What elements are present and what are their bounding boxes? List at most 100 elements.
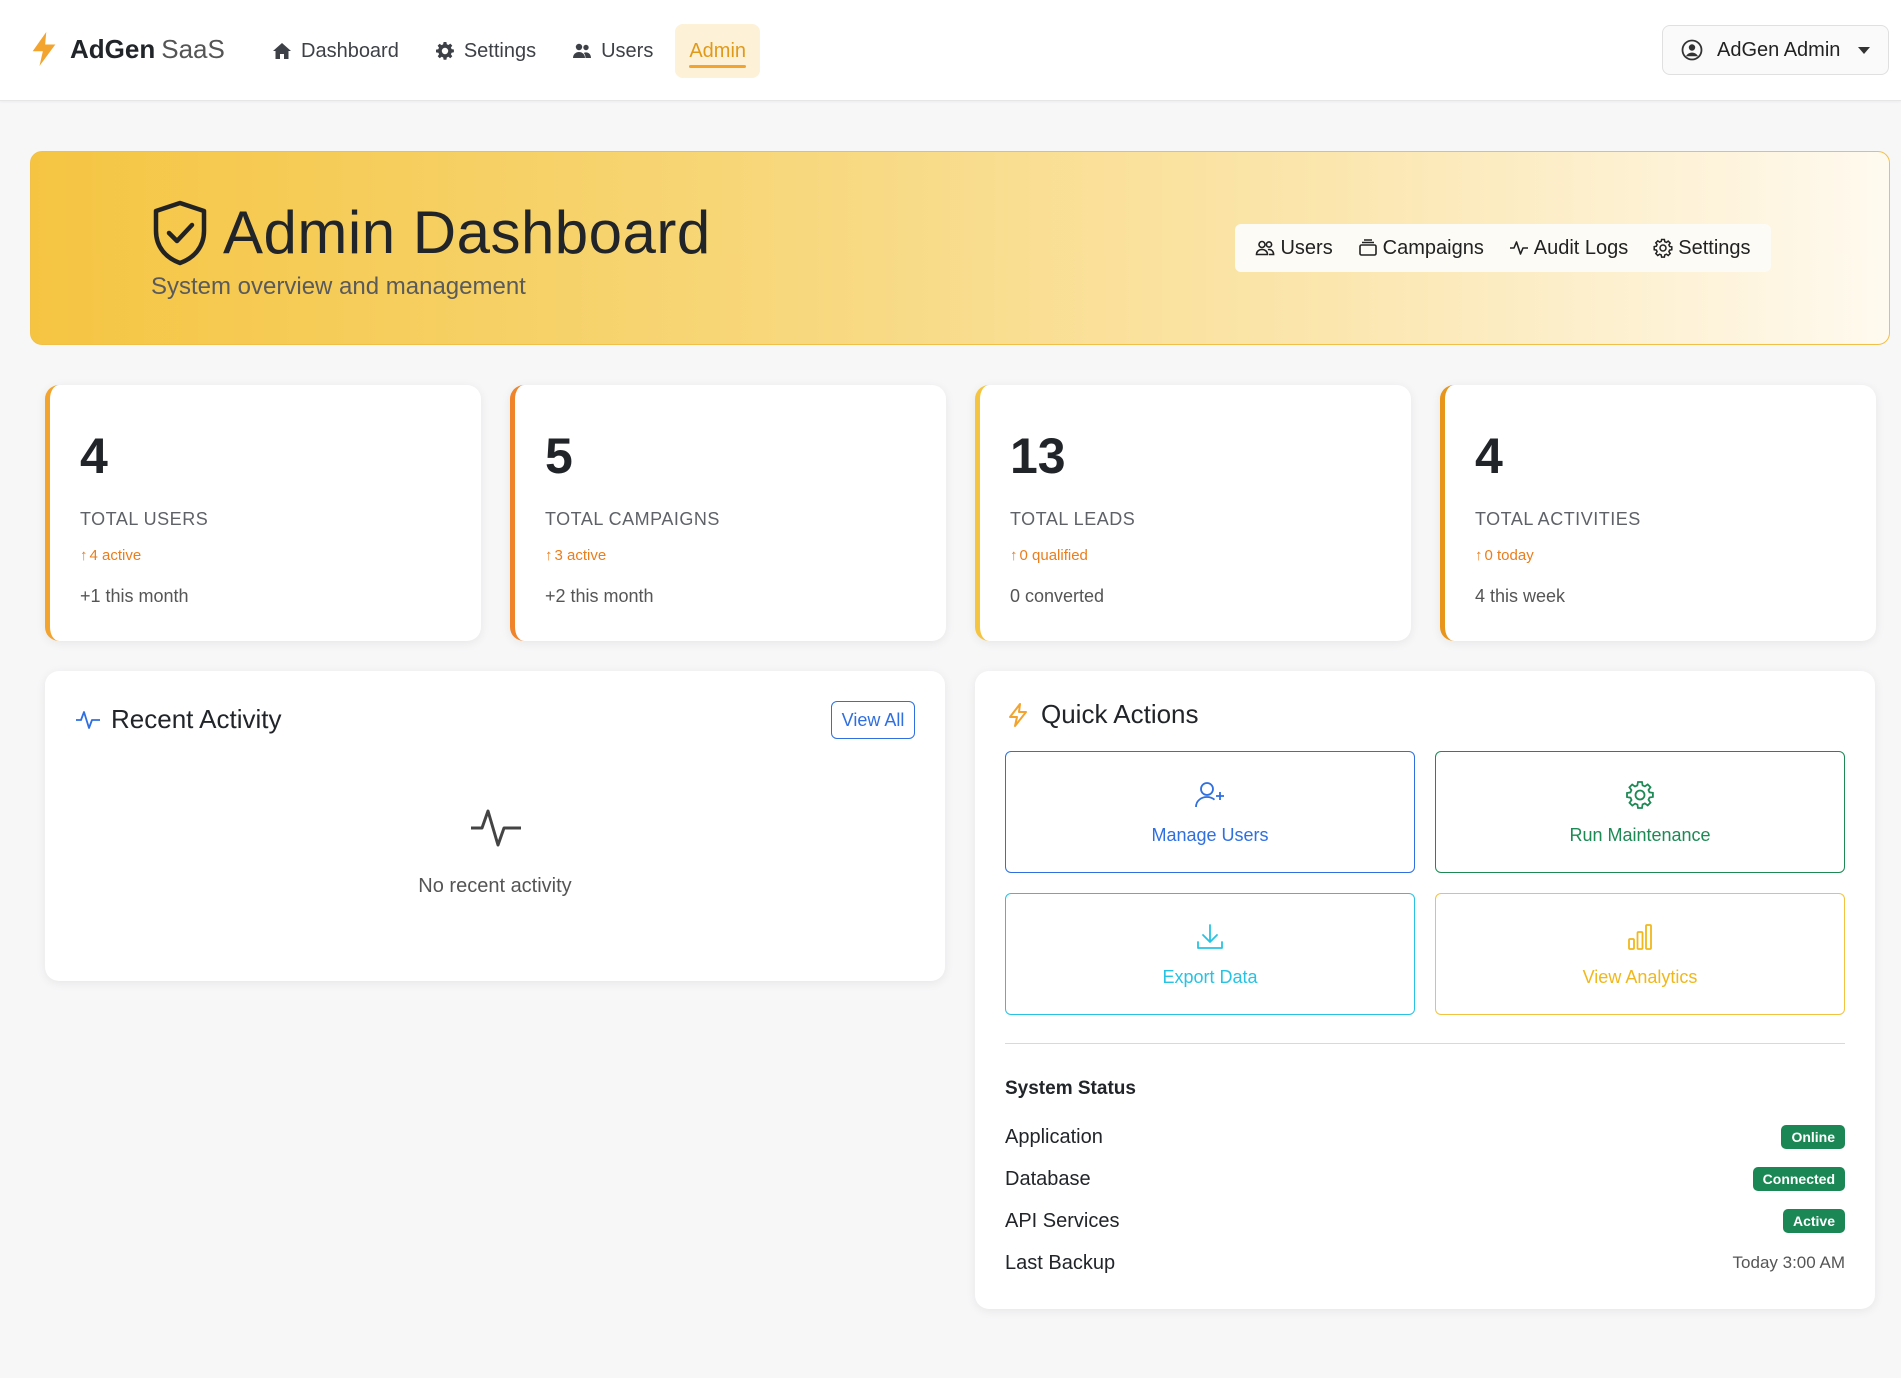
nav-item-dashboard[interactable]: Dashboard — [258, 24, 413, 78]
admin-link-settings[interactable]: Settings — [1653, 236, 1751, 260]
status-value: Today 3:00 AM — [1732, 1253, 1845, 1272]
status-label: API Services — [1005, 1209, 1120, 1232]
stat-trend: ↑ 4 active — [80, 547, 141, 564]
section-divider — [1005, 1043, 1845, 1044]
admin-link-label: Campaigns — [1382, 236, 1484, 259]
recent-activity-title-text: Recent Activity — [111, 704, 282, 734]
stat-value: 4 — [1475, 428, 1503, 484]
brand-suffix: SaaS — [161, 33, 225, 64]
nav-item-label: Settings — [463, 39, 537, 62]
empty-state-text: No recent activity — [418, 875, 572, 897]
nav-item-users[interactable]: Users — [558, 24, 667, 78]
stat-note: +2 this month — [545, 586, 654, 606]
stat-card-total-campaigns: 5 TOTAL CAMPAIGNS ↑ 3 active +2 this mont… — [510, 385, 946, 641]
user-circle-icon — [1681, 39, 1703, 61]
nav-item-label: Dashboard — [301, 39, 399, 62]
brand-logo[interactable]: AdGen SaaS — [30, 32, 225, 66]
page-title-text: Admin Dashboard — [223, 199, 711, 266]
top-navbar: AdGen SaaS Dashboard Settings Users Admi… — [0, 0, 1901, 101]
arrow-up-icon: ↑ — [80, 547, 88, 564]
stat-trend-text: 0 today — [1484, 547, 1534, 564]
view-analytics-button[interactable]: View Analytics — [1435, 893, 1845, 1015]
admin-quick-links: Users Campaigns Audit Logs Settings — [1235, 224, 1771, 272]
run-maintenance-button[interactable]: Run Maintenance — [1435, 751, 1845, 873]
stat-trend-text: 0 qualified — [1019, 547, 1088, 564]
action-label: Export Data — [1162, 966, 1258, 987]
admin-hero-banner: Admin Dashboard System overview and mana… — [30, 151, 1890, 345]
admin-link-label: Settings — [1678, 236, 1751, 259]
status-badge: Connected — [1752, 1167, 1845, 1191]
activity-icon — [76, 710, 100, 729]
action-label: View Analytics — [1582, 966, 1698, 987]
user-menu-dropdown[interactable]: AdGen Admin — [1662, 25, 1889, 75]
status-badge: Active — [1782, 1209, 1845, 1233]
activity-icon — [1509, 241, 1528, 255]
action-label: Manage Users — [1151, 824, 1269, 845]
nav-item-settings[interactable]: Settings — [421, 24, 550, 78]
download-icon — [1197, 923, 1223, 949]
people-icon — [1256, 240, 1275, 256]
admin-link-label: Audit Logs — [1533, 236, 1629, 259]
gear-icon — [1626, 780, 1654, 809]
stat-value: 5 — [545, 428, 573, 484]
page-subtitle: System overview and management — [151, 273, 526, 300]
stat-label: TOTAL ACTIVITIES — [1475, 509, 1641, 529]
status-label: Last Backup — [1005, 1251, 1116, 1274]
gear-outline-icon — [1653, 238, 1673, 258]
stat-trend: ↑ 0 qualified — [1010, 547, 1088, 564]
status-row-last-backup: Last Backup Today 3:00 AM — [1005, 1248, 1845, 1278]
stat-trend-text: 3 active — [554, 547, 607, 564]
admin-link-campaigns[interactable]: Campaigns — [1358, 237, 1484, 260]
page-title: Admin Dashboard — [151, 198, 711, 267]
status-row-database: Database Connected — [1005, 1164, 1845, 1194]
stat-trend: ↑ 0 today — [1475, 547, 1534, 564]
manage-users-button[interactable]: Manage Users — [1005, 751, 1415, 873]
shield-check-icon — [153, 200, 207, 265]
users-icon — [573, 43, 592, 58]
stat-card-total-users: 4 TOTAL USERS ↑ 4 active +1 this month — [45, 385, 481, 641]
status-badge: Online — [1781, 1125, 1845, 1149]
home-icon — [273, 43, 291, 59]
stat-note: 4 this week — [1475, 586, 1566, 606]
stat-card-total-activities: 4 TOTAL ACTIVITIES ↑ 0 today 4 this week — [1440, 385, 1876, 641]
stat-note: +1 this month — [80, 586, 189, 606]
stat-label: TOTAL USERS — [80, 509, 209, 529]
quick-actions-title: Quick Actions — [1005, 699, 1199, 730]
action-label: Run Maintenance — [1569, 824, 1711, 845]
stat-label: TOTAL LEADS — [1010, 509, 1136, 529]
quick-actions-title-text: Quick Actions — [1041, 699, 1199, 729]
system-status-heading: System Status — [1005, 1078, 1136, 1099]
stat-trend-text: 4 active — [89, 547, 142, 564]
user-menu-label: AdGen Admin — [1717, 38, 1841, 61]
stat-value: 4 — [80, 428, 108, 484]
lightning-bolt-icon — [32, 32, 56, 66]
admin-link-audit-logs[interactable]: Audit Logs — [1509, 236, 1629, 260]
stat-card-total-leads: 13 TOTAL LEADS ↑ 0 qualified 0 converted — [975, 385, 1411, 641]
stat-label: TOTAL CAMPAIGNS — [545, 509, 720, 529]
bar-chart-icon — [1628, 923, 1652, 950]
stat-trend: ↑ 3 active — [545, 547, 606, 564]
export-data-button[interactable]: Export Data — [1005, 893, 1415, 1015]
view-all-button[interactable]: View All — [831, 701, 915, 739]
gear-icon — [435, 42, 454, 60]
person-plus-icon — [1195, 781, 1224, 807]
arrow-up-icon: ↑ — [545, 547, 553, 564]
activity-icon — [471, 809, 521, 847]
main-nav: Dashboard Settings Users Admin — [258, 24, 761, 78]
stat-value: 13 — [1010, 428, 1066, 484]
admin-link-label: Users — [1280, 236, 1333, 259]
lightning-bolt-icon — [1009, 702, 1027, 727]
chevron-down-icon — [1858, 46, 1870, 54]
nav-item-label: Users — [601, 39, 654, 62]
status-label: Database — [1005, 1167, 1091, 1190]
brand-name: AdGen — [70, 33, 156, 64]
status-label: Application — [1005, 1125, 1103, 1148]
status-row-application: Application Online — [1005, 1122, 1845, 1152]
nav-item-admin[interactable]: Admin — [675, 24, 761, 78]
admin-link-users[interactable]: Users — [1255, 236, 1333, 260]
nav-item-label: Admin — [689, 39, 747, 62]
status-row-api-services: API Services Active — [1005, 1206, 1845, 1236]
recent-activity-panel: Recent Activity View All No recent activ… — [45, 671, 945, 981]
arrow-up-icon: ↑ — [1010, 547, 1018, 564]
arrow-up-icon: ↑ — [1475, 547, 1483, 564]
